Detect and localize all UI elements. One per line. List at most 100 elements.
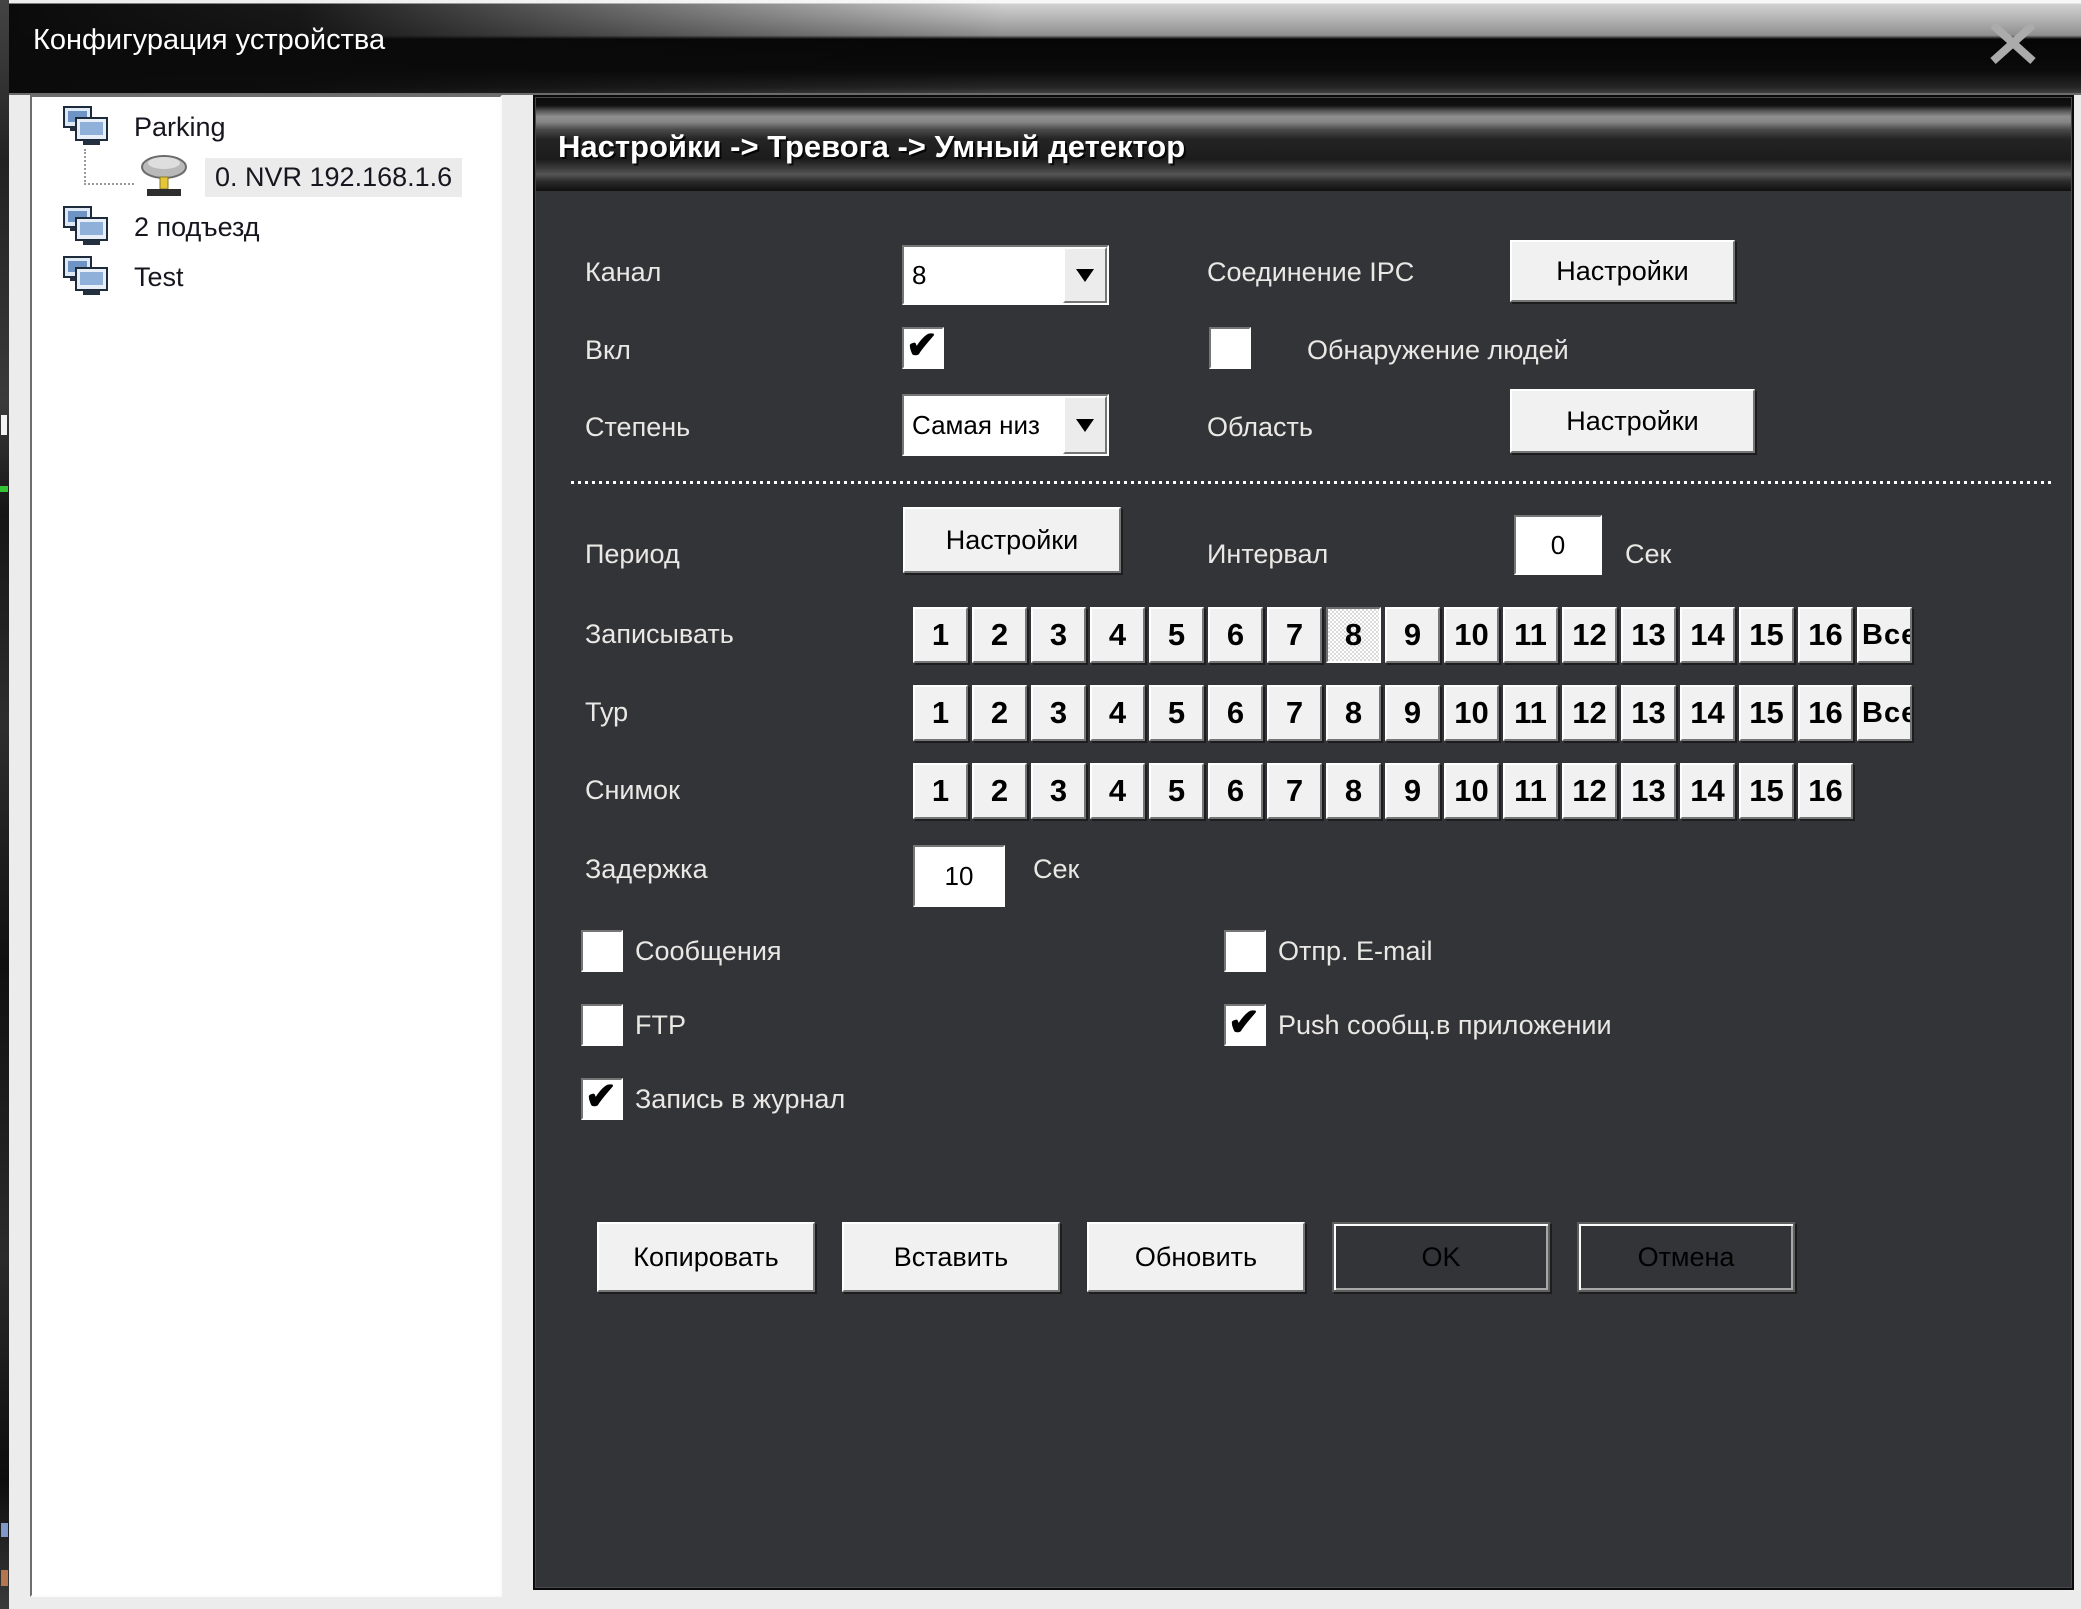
enable-label: Вкл <box>585 335 631 366</box>
channel-button-9[interactable]: 9 <box>1385 763 1440 819</box>
channel-button-3[interactable]: 3 <box>1031 763 1086 819</box>
background-artifact <box>0 486 8 492</box>
channel-button-13[interactable]: 13 <box>1621 685 1676 741</box>
checkbox-item-0: Сообщения <box>581 930 782 972</box>
refresh-button[interactable]: Обновить <box>1087 1222 1305 1292</box>
channel-button-2[interactable]: 2 <box>972 685 1027 741</box>
channel-button-14[interactable]: 14 <box>1680 607 1735 663</box>
computers-icon <box>62 206 110 248</box>
channel-button-12[interactable]: 12 <box>1562 607 1617 663</box>
channel-button-9[interactable]: 9 <box>1385 685 1440 741</box>
channel-button-5[interactable]: 5 <box>1149 685 1204 741</box>
channel-button-6[interactable]: 6 <box>1208 685 1263 741</box>
channel-button-11[interactable]: 11 <box>1503 763 1558 819</box>
channel-select[interactable]: 8 <box>902 245 1109 305</box>
area-settings-button[interactable]: Настройки <box>1510 389 1755 453</box>
channel-button-1[interactable]: 1 <box>913 685 968 741</box>
channel-button-3[interactable]: 3 <box>1031 685 1086 741</box>
channel-button-15[interactable]: 15 <box>1739 685 1794 741</box>
area-label: Область <box>1207 412 1313 443</box>
channel-button-11[interactable]: 11 <box>1503 607 1558 663</box>
checkbox-3[interactable] <box>1224 1004 1266 1046</box>
channel-button-5[interactable]: 5 <box>1149 607 1204 663</box>
channel-button-6[interactable]: 6 <box>1208 763 1263 819</box>
channel-button-4[interactable]: 4 <box>1090 763 1145 819</box>
chevron-down-icon[interactable] <box>1063 396 1107 454</box>
checkbox-label: FTP <box>635 1010 686 1041</box>
channel-button-all[interactable]: Все <box>1857 607 1912 663</box>
channel-button-14[interactable]: 14 <box>1680 685 1735 741</box>
channel-button-15[interactable]: 15 <box>1739 607 1794 663</box>
channel-button-13[interactable]: 13 <box>1621 607 1676 663</box>
tour-label: Тур <box>585 697 628 728</box>
enable-checkbox[interactable] <box>902 327 944 369</box>
human-detect-checkbox[interactable] <box>1209 327 1251 369</box>
ok-button[interactable]: OK <box>1332 1222 1550 1292</box>
channel-button-1[interactable]: 1 <box>913 763 968 819</box>
dialog-titlebar[interactable]: Конфигурация устройства <box>9 0 2081 95</box>
channel-button-7[interactable]: 7 <box>1267 607 1322 663</box>
computers-icon <box>62 256 110 298</box>
channel-button-10[interactable]: 10 <box>1444 607 1499 663</box>
background-window-sliver <box>0 0 9 1609</box>
background-artifact <box>1 1570 8 1586</box>
interval-unit: Сек <box>1625 539 1671 570</box>
channel-button-all[interactable]: Все <box>1857 685 1912 741</box>
cancel-button[interactable]: Отмена <box>1577 1222 1795 1292</box>
channel-button-2[interactable]: 2 <box>972 763 1027 819</box>
tour-channel-row: 12345678910111213141516Все <box>913 685 1916 741</box>
channel-label: Канал <box>585 257 661 288</box>
channel-button-5[interactable]: 5 <box>1149 763 1204 819</box>
checkbox-1[interactable] <box>1224 930 1266 972</box>
checkbox-4[interactable] <box>581 1078 623 1120</box>
channel-button-15[interactable]: 15 <box>1739 763 1794 819</box>
interval-label: Интервал <box>1207 539 1328 570</box>
channel-button-8[interactable]: 8 <box>1326 607 1381 663</box>
channel-button-1[interactable]: 1 <box>913 607 968 663</box>
channel-button-2[interactable]: 2 <box>972 607 1027 663</box>
channel-button-8[interactable]: 8 <box>1326 685 1381 741</box>
interval-input[interactable]: 0 <box>1514 515 1602 575</box>
checkbox-item-1: Отпр. E-mail <box>1224 930 1433 972</box>
channel-button-16[interactable]: 16 <box>1798 607 1853 663</box>
tree-item-2[interactable]: 2 подъезд <box>32 202 500 252</box>
snapshot-label: Снимок <box>585 775 680 806</box>
checkbox-label: Сообщения <box>635 936 782 967</box>
channel-button-16[interactable]: 16 <box>1798 763 1853 819</box>
channel-button-9[interactable]: 9 <box>1385 607 1440 663</box>
copy-button[interactable]: Копировать <box>597 1222 815 1292</box>
background-artifact <box>1 1523 8 1537</box>
channel-button-10[interactable]: 10 <box>1444 763 1499 819</box>
channel-button-11[interactable]: 11 <box>1503 685 1558 741</box>
channel-button-7[interactable]: 7 <box>1267 685 1322 741</box>
channel-button-8[interactable]: 8 <box>1326 763 1381 819</box>
tree-item-0[interactable]: Parking <box>32 102 500 152</box>
paste-button[interactable]: Вставить <box>842 1222 1060 1292</box>
period-settings-button[interactable]: Настройки <box>903 507 1121 573</box>
channel-button-12[interactable]: 12 <box>1562 685 1617 741</box>
breadcrumb: Настройки -> Тревога -> Умный детектор <box>536 98 2071 191</box>
channel-button-4[interactable]: 4 <box>1090 607 1145 663</box>
channel-button-6[interactable]: 6 <box>1208 607 1263 663</box>
ipc-label: Соединение IPC <box>1207 257 1414 288</box>
ipc-settings-button[interactable]: Настройки <box>1510 240 1735 302</box>
checkbox-item-2: FTP <box>581 1004 686 1046</box>
channel-button-14[interactable]: 14 <box>1680 763 1735 819</box>
channel-button-4[interactable]: 4 <box>1090 685 1145 741</box>
chevron-down-icon[interactable] <box>1063 247 1107 303</box>
checkbox-0[interactable] <box>581 930 623 972</box>
channel-button-7[interactable]: 7 <box>1267 763 1322 819</box>
checkbox-2[interactable] <box>581 1004 623 1046</box>
checkbox-label: Push сообщ.в приложении <box>1278 1010 1612 1041</box>
level-select[interactable]: Самая низ <box>902 394 1109 456</box>
channel-button-13[interactable]: 13 <box>1621 763 1676 819</box>
channel-button-3[interactable]: 3 <box>1031 607 1086 663</box>
channel-button-10[interactable]: 10 <box>1444 685 1499 741</box>
channel-button-12[interactable]: 12 <box>1562 763 1617 819</box>
close-icon[interactable] <box>1987 20 2039 66</box>
tree-item-3[interactable]: Test <box>32 252 500 302</box>
tree-item-1[interactable]: 0. NVR 192.168.1.6 <box>32 152 500 202</box>
delay-input[interactable]: 10 <box>913 845 1005 907</box>
channel-button-16[interactable]: 16 <box>1798 685 1853 741</box>
device-config-dialog: Конфигурация устройства Parking0. NVR 19… <box>9 0 2081 1609</box>
